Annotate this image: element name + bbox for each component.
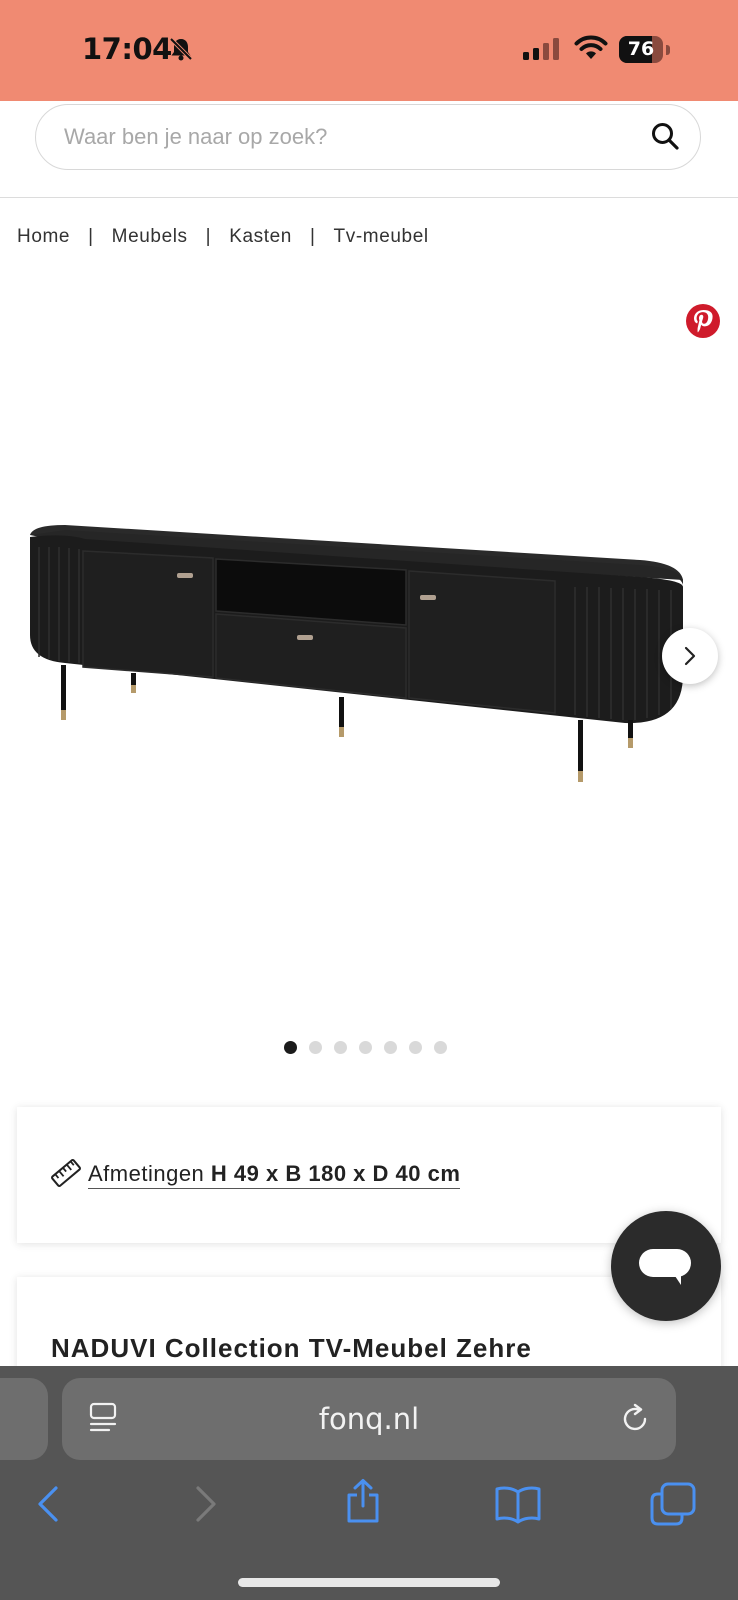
breadcrumb-meubels[interactable]: Meubels <box>112 226 188 248</box>
chevron-right-icon <box>684 646 696 666</box>
search-icon[interactable] <box>650 121 680 151</box>
gallery-next-button[interactable] <box>662 628 718 684</box>
reload-icon[interactable] <box>619 1403 651 1435</box>
product-title: NADUVI Collection TV-Meubel Zehre <box>51 1333 532 1363</box>
bookmarks-icon[interactable] <box>494 1484 542 1524</box>
gallery-dots <box>284 1041 447 1054</box>
address-bar[interactable]: fonq.nl <box>62 1378 676 1460</box>
dimensions-link[interactable]: Afmetingen H 49 x B 180 x D 40 cm <box>88 1161 461 1189</box>
bell-slash-icon <box>169 37 193 61</box>
dimensions-label: Afmetingen <box>88 1161 205 1186</box>
status-time: 17:04 <box>82 32 172 66</box>
chat-bubble-icon <box>639 1249 691 1285</box>
battery-indicator: 76 <box>619 36 671 63</box>
gallery-dot[interactable] <box>434 1041 447 1054</box>
gallery-dot[interactable] <box>384 1041 397 1054</box>
browser-toolbar: fonq.nl <box>0 1366 738 1600</box>
home-indicator <box>238 1578 500 1587</box>
search-input[interactable] <box>62 105 626 169</box>
gallery-dot[interactable] <box>409 1041 422 1054</box>
breadcrumb-separator: | <box>309 226 316 247</box>
gallery-dot[interactable] <box>284 1041 297 1054</box>
breadcrumb-home[interactable]: Home <box>17 226 70 248</box>
search-bar <box>35 104 701 170</box>
breadcrumb: Home | Meubels | Kasten | Tv-meubel <box>17 226 429 248</box>
gallery-dot[interactable] <box>334 1041 347 1054</box>
breadcrumb-separator: | <box>88 226 94 247</box>
breadcrumb-tv-meubel[interactable]: Tv-meubel <box>334 226 429 248</box>
forward-icon[interactable] <box>192 1484 220 1524</box>
header-divider <box>0 197 738 198</box>
product-image[interactable] <box>25 525 695 795</box>
gallery-dot[interactable] <box>359 1041 372 1054</box>
chat-button[interactable] <box>611 1211 721 1321</box>
share-icon[interactable] <box>344 1478 382 1524</box>
dimensions-value: H 49 x B 180 x D 40 cm <box>210 1161 461 1186</box>
wifi-icon <box>574 35 608 59</box>
signal-icon <box>523 38 559 60</box>
gallery-dot[interactable] <box>309 1041 322 1054</box>
url-text: fonq.nl <box>318 1402 420 1436</box>
back-icon[interactable] <box>34 1484 62 1524</box>
breadcrumb-kasten[interactable]: Kasten <box>229 226 292 248</box>
status-bar: 17:04 76 <box>0 0 738 101</box>
previous-tab[interactable] <box>0 1378 48 1460</box>
pinterest-icon[interactable] <box>685 303 721 339</box>
tabs-icon[interactable] <box>650 1482 696 1526</box>
battery-level: 76 <box>627 38 655 60</box>
ruler-icon <box>51 1159 81 1187</box>
breadcrumb-separator: | <box>205 226 212 247</box>
